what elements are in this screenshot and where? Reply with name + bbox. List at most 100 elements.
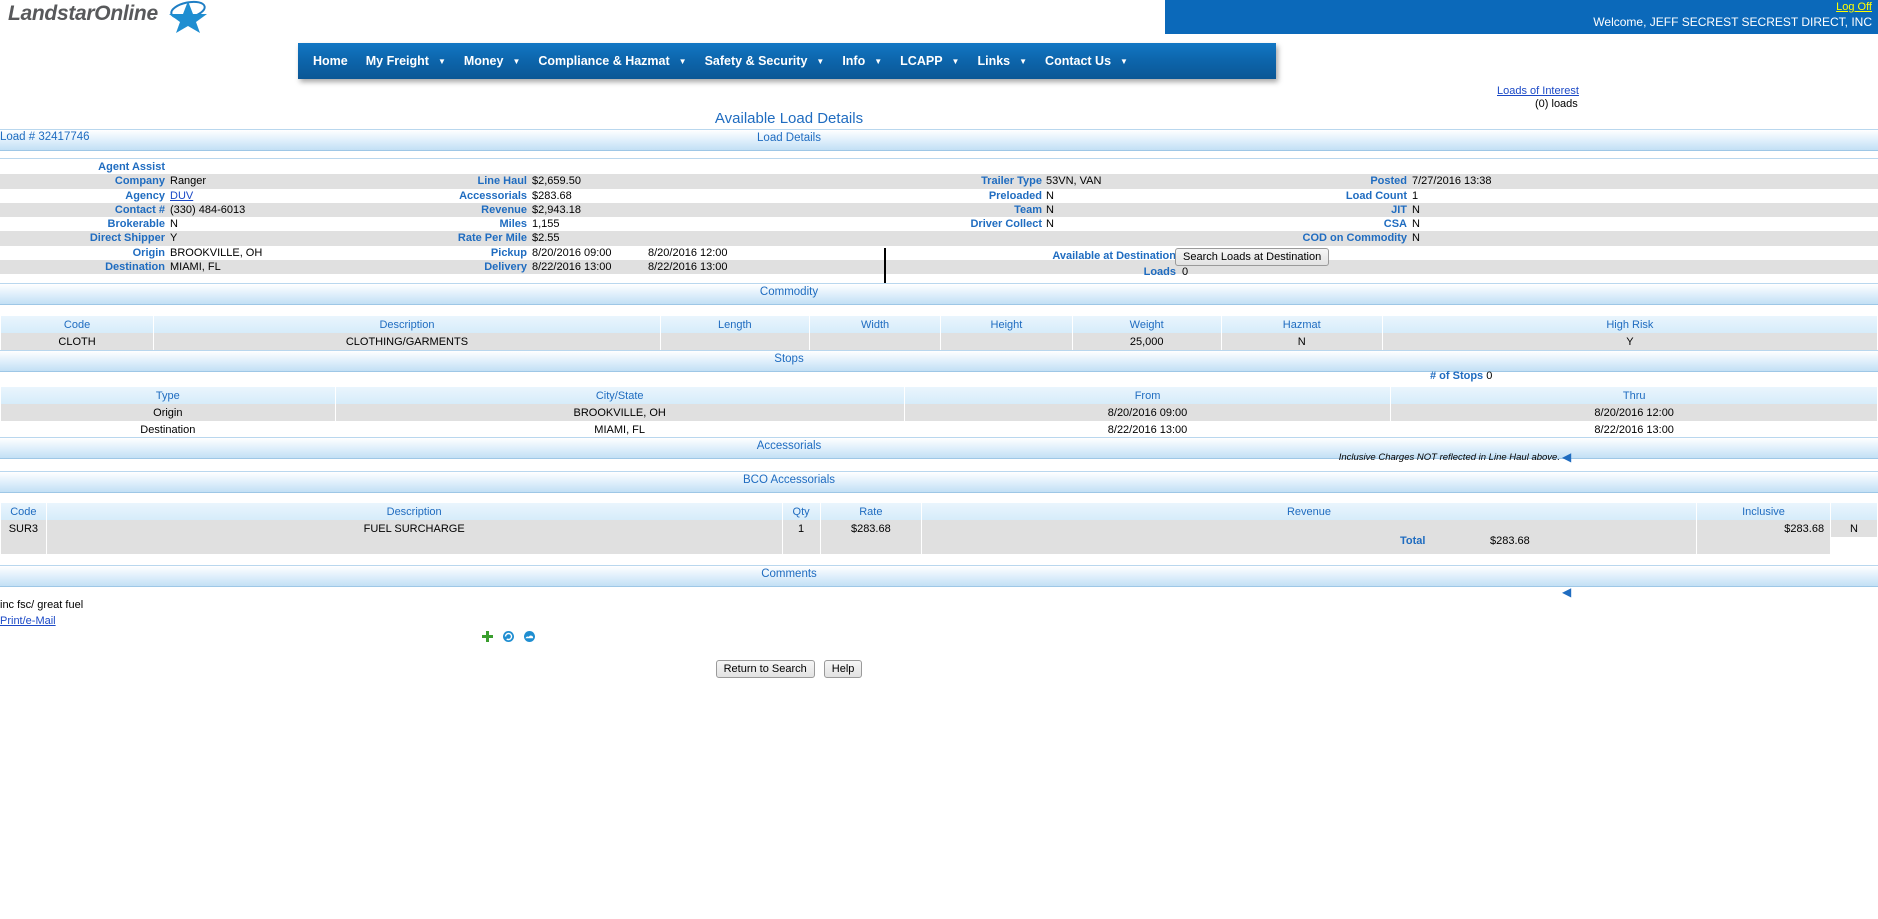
nav-item-compliance-hazmat[interactable]: Compliance & Hazmat▼ [529, 43, 695, 79]
available-loads-label: Loads [886, 266, 1176, 278]
detail-row: Agent Assist [0, 160, 1878, 174]
table-cell: 8/20/2016 12:00 [1391, 404, 1878, 421]
column-header: Description [46, 503, 782, 520]
inclusive-charges-note: Inclusive Charges NOT reflected in Line … [0, 452, 1560, 463]
table-cell-inclusive-flag: N [1831, 520, 1878, 537]
collapse-accessorials-icon[interactable]: ◀ [1562, 450, 1571, 464]
nav-item-home[interactable]: Home [304, 43, 357, 79]
column-header: Length [660, 316, 809, 333]
divider-top-details [0, 158, 1878, 159]
nav-item-label: Home [313, 54, 348, 68]
section-label-stops: Stops [0, 353, 1578, 365]
comment-text: inc fsc/ great fuel [0, 599, 83, 611]
help-button[interactable]: Help [824, 660, 863, 678]
star-logo-icon [168, 0, 208, 33]
detail-label: Driver Collect [840, 218, 1042, 230]
nav-item-my-freight[interactable]: My Freight▼ [357, 43, 455, 79]
welcome-text: Welcome, JEFF SECREST SECREST DIRECT, IN… [1593, 15, 1872, 29]
page-root: LandstarOnline Log Off Welcome, JEFF SEC… [0, 0, 1878, 919]
table-cell [922, 537, 1697, 554]
detail-value: BROOKVILLE, OH [170, 247, 262, 259]
add-icon[interactable] [481, 630, 494, 643]
available-loads-value: 0 [1182, 266, 1188, 278]
nav-item-links[interactable]: Links▼ [968, 43, 1036, 79]
detail-value: Y [170, 232, 177, 244]
nav-item-lcapp[interactable]: LCAPP▼ [891, 43, 968, 79]
detail-label: Origin [0, 247, 165, 259]
detail-label: Direct Shipper [0, 232, 165, 244]
table-cell: 25,000 [1072, 333, 1221, 350]
detail-value: N [170, 218, 178, 230]
detail-value: $2,659.50 [532, 175, 581, 187]
table-cell: CLOTH [1, 333, 154, 350]
table-cell [809, 333, 940, 350]
nav-item-contact-us[interactable]: Contact Us ▼ [1036, 43, 1137, 79]
section-bar-commodity: Commodity [0, 283, 1878, 305]
table-row-empty [1, 537, 1878, 554]
detail-value: $2.55 [532, 232, 560, 244]
table-cell [782, 537, 820, 554]
detail-label: Company [0, 175, 165, 187]
loads-of-interest-link[interactable]: Loads of Interest [1497, 85, 1579, 97]
print-email-link[interactable]: Print/e-Mail [0, 615, 56, 627]
detail-row: AgencyDUVAccessorials$283.68PreloadedNLo… [0, 189, 1878, 203]
detail-value: N [1046, 190, 1054, 202]
detail-value-link[interactable]: DUV [170, 190, 193, 202]
section-label-comments: Comments [0, 568, 1578, 580]
refresh-icon[interactable] [502, 630, 515, 643]
nav-item-info[interactable]: Info▼ [833, 43, 891, 79]
table-cell: 1 [782, 520, 820, 537]
column-header: Rate [820, 503, 921, 520]
detail-label: Trailer Type [840, 175, 1042, 187]
nav-item-label: Contact Us [1045, 54, 1111, 68]
section-bar-comments: Comments [0, 565, 1878, 587]
section-bar-load-details: Load Details [0, 129, 1878, 151]
detail-row: Contact #(330) 484-6013Revenue$2,943.18T… [0, 203, 1878, 217]
table-cell: 8/20/2016 09:00 [904, 404, 1391, 421]
section-label-bco-accessorials: BCO Accessorials [0, 474, 1578, 486]
nav-item-label: My Freight [366, 54, 429, 68]
table-cell: Origin [1, 404, 336, 421]
chevron-down-icon: ▼ [1120, 58, 1128, 66]
column-header: Height [941, 316, 1072, 333]
cloud-icon[interactable] [523, 630, 536, 643]
detail-label: Delivery [330, 261, 527, 273]
detail-label: Revenue [330, 204, 527, 216]
nav-item-label: Money [464, 54, 504, 68]
detail-value: N [1412, 204, 1420, 216]
detail-label: Posted [1170, 175, 1407, 187]
loads-of-interest-count: (0) loads [1535, 98, 1578, 110]
detail-label: Line Haul [330, 175, 527, 187]
footer-button-row: Return to Search Help [0, 660, 1578, 678]
log-off-link[interactable]: Log Off [1836, 1, 1872, 13]
table-cell: CLOTHING/GARMENTS [154, 333, 661, 350]
num-stops-value: 0 [1486, 370, 1492, 382]
bco-total-value: $283.68 [1490, 535, 1530, 547]
detail-value: N [1046, 204, 1054, 216]
search-loads-at-destination-button[interactable]: Search Loads at Destination [1175, 248, 1329, 266]
table-cell [922, 520, 1697, 537]
table-cell [1, 537, 47, 554]
nav-item-safety-security[interactable]: Safety & Security▼ [696, 43, 834, 79]
bco-accessorials-table: CodeDescriptionQtyRateRevenueInclusive S… [0, 503, 1878, 554]
available-at-destination-title: Available at Destination [886, 250, 1176, 262]
detail-label: Brokerable [0, 218, 165, 230]
detail-value: N [1412, 232, 1420, 244]
table-row: CLOTHCLOTHING/GARMENTS25,000NY [1, 333, 1878, 350]
nav-item-label: Links [977, 54, 1010, 68]
num-stops: # of Stops 0 [1430, 370, 1492, 382]
nav-item-money[interactable]: Money▼ [455, 43, 530, 79]
table-cell: FUEL SURCHARGE [46, 520, 782, 537]
detail-label: Load Count [1170, 190, 1407, 202]
commodity-table: CodeDescriptionLengthWidthHeightWeightHa… [0, 316, 1878, 350]
return-to-search-button[interactable]: Return to Search [716, 660, 815, 678]
detail-label: COD on Commodity [1170, 232, 1407, 244]
column-header: High Risk [1382, 316, 1877, 333]
load-number: Load # 32417746 [0, 131, 90, 143]
chevron-down-icon: ▼ [816, 58, 824, 66]
column-header: City/State [335, 387, 904, 404]
table-cell [820, 537, 921, 554]
section-label-accessorials: Accessorials [0, 440, 1578, 452]
collapse-comments-icon[interactable]: ◀ [1562, 585, 1571, 599]
chevron-down-icon: ▼ [679, 58, 687, 66]
